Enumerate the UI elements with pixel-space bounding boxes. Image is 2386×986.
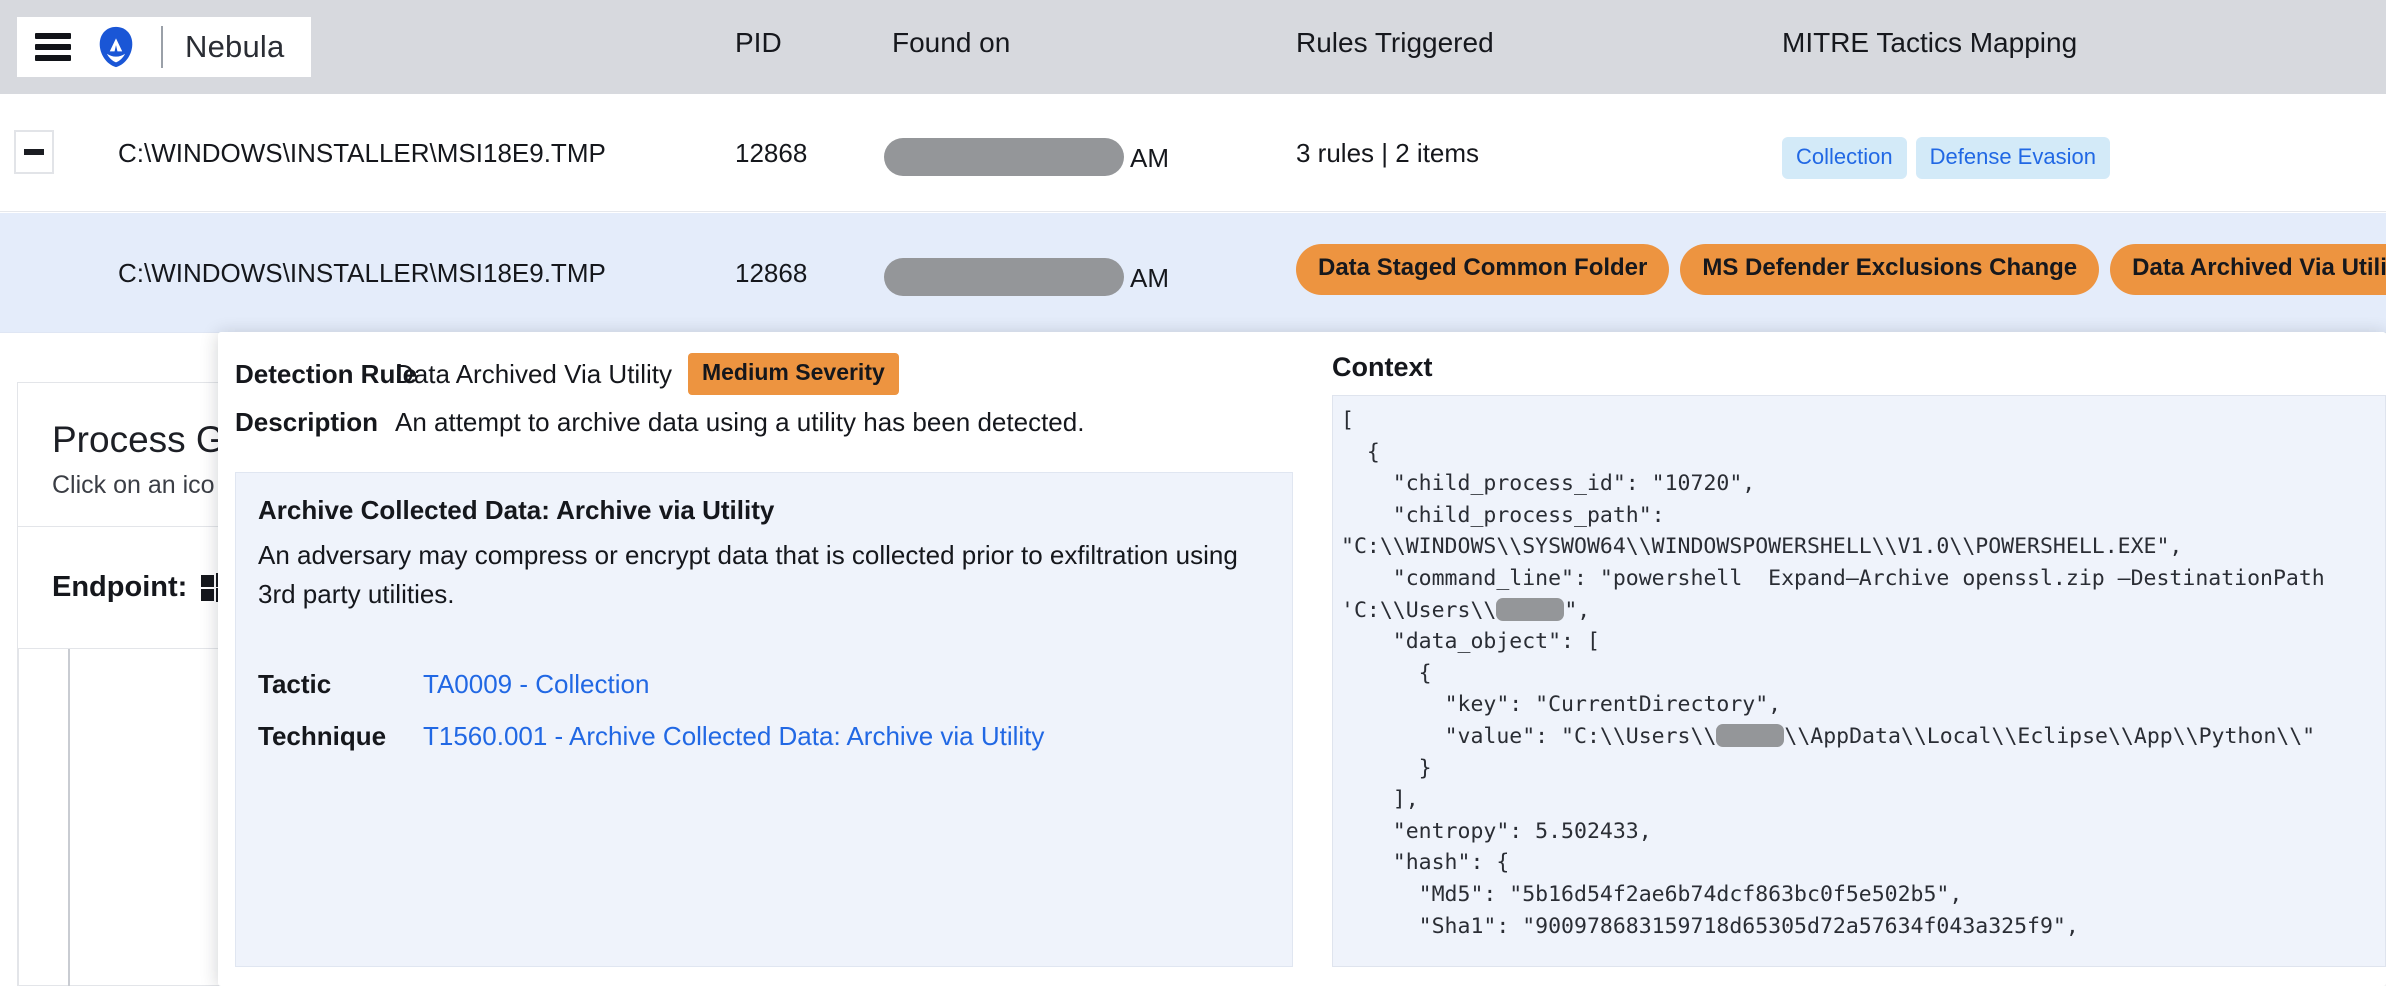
- description-label: Description: [235, 407, 379, 437]
- json-segment-1: [ { "child_process_id": "10720", "child_…: [1341, 408, 2325, 623]
- technique-body: An adversary may compress or encrypt dat…: [258, 540, 1238, 609]
- table-row[interactable]: C:\WINDOWS\INSTALLER\MSI18E9.TMP 12868 A…: [0, 213, 2386, 333]
- row-found-on: AM: [884, 258, 1169, 296]
- technique-label: Technique: [258, 721, 387, 751]
- technique-link[interactable]: T1560.001 - Archive Collected Data: Arch…: [423, 721, 1044, 752]
- panel-inner-border: [18, 649, 19, 986]
- app-root: Nebula PID Found on Rules Triggered MITR…: [0, 0, 2386, 986]
- row-process-path: C:\WINDOWS\INSTALLER\MSI18E9.TMP: [118, 138, 606, 168]
- redaction-block: [884, 138, 1124, 176]
- description-row: Description An attempt to archive data u…: [235, 407, 1084, 438]
- detail-right-pane: Context [ { "child_process_id": "10720",…: [1316, 332, 2386, 986]
- brand-container: Nebula: [17, 17, 311, 77]
- row-rule-pills: Data Staged Common Folder MS Defender Ex…: [1296, 244, 2386, 295]
- tactic-link[interactable]: TA0009 - Collection: [423, 669, 649, 700]
- context-json-box[interactable]: [ { "child_process_id": "10720", "child_…: [1332, 395, 2386, 967]
- row-found-on-suffix: AM: [1130, 143, 1169, 173]
- tactic-row: Tactic TA0009 - Collection: [258, 669, 649, 700]
- table-row[interactable]: C:\WINDOWS\INSTALLER\MSI18E9.TMP 12868 A…: [0, 94, 2386, 212]
- process-graph-title: Process G: [52, 419, 225, 460]
- hamburger-menu-icon[interactable]: [35, 33, 71, 61]
- row-rules-summary: 3 rules | 2 items: [1296, 138, 1480, 168]
- mitre-tag-defense-evasion[interactable]: Defense Evasion: [1915, 137, 2110, 179]
- technique-title: Archive Collected Data: Archive via Util…: [258, 495, 775, 525]
- rule-pill-data-archived-via-utility[interactable]: Data Archived Via Utility: [2110, 244, 2386, 295]
- row-pid: 12868: [735, 138, 808, 168]
- column-header-found-on: Found on: [892, 27, 1011, 58]
- column-header-mitre-tactics: MITRE Tactics Mapping: [1782, 27, 2078, 58]
- process-graph-subtitle: Click on an ico: [52, 471, 215, 499]
- column-header-pid: PID: [735, 27, 782, 58]
- technique-row: Technique T1560.001 - Archive Collected …: [258, 721, 1044, 752]
- detail-left-pane: Detection Rule Data Archived Via Utility…: [218, 332, 1316, 986]
- mitre-tag-collection[interactable]: Collection: [1782, 137, 1907, 179]
- graph-gutter-line: [68, 649, 70, 986]
- malwarebytes-logo-icon: [99, 26, 133, 68]
- row-pid: 12868: [735, 258, 808, 288]
- json-segment-3: \\AppData\\Local\\Eclipse\\App\\Python\\…: [1392, 723, 2316, 939]
- brand-divider: [161, 26, 163, 68]
- detection-detail-overlay: Detection Rule Data Archived Via Utility…: [218, 332, 2386, 986]
- rule-pill-ms-defender-exclusions-change[interactable]: MS Defender Exclusions Change: [1680, 244, 2100, 295]
- detection-rule-value: Data Archived Via Utility: [395, 358, 672, 389]
- brand-name: Nebula: [185, 29, 285, 64]
- context-json-content: [ { "child_process_id": "10720", "child_…: [1341, 405, 2385, 942]
- severity-badge: Medium Severity: [687, 353, 899, 395]
- detection-rule-row: Detection Rule Data Archived Via Utility…: [235, 353, 899, 395]
- column-header-rules-triggered: Rules Triggered: [1296, 27, 1494, 58]
- endpoint-label: Endpoint:: [52, 571, 188, 603]
- redaction-block: [1496, 597, 1565, 621]
- redaction-block: [1716, 723, 1785, 747]
- row-found-on-suffix: AM: [1130, 263, 1169, 293]
- tactic-label: Tactic: [258, 669, 332, 699]
- top-header-bar: Nebula PID Found on Rules Triggered MITR…: [0, 0, 2386, 94]
- description-value: An attempt to archive data using a utili…: [395, 407, 1085, 437]
- detection-rule-label: Detection Rule: [235, 358, 418, 389]
- row-mitre-tags: Collection Defense Evasion: [1782, 137, 2110, 179]
- context-title: Context: [1332, 352, 1433, 382]
- row-found-on: AM: [884, 138, 1169, 176]
- rule-pill-data-staged-common-folder[interactable]: Data Staged Common Folder: [1296, 244, 1670, 295]
- minus-icon: [24, 149, 44, 155]
- row-process-path: C:\WINDOWS\INSTALLER\MSI18E9.TMP: [118, 258, 606, 288]
- technique-info-box: Archive Collected Data: Archive via Util…: [235, 472, 1293, 967]
- row-collapse-button[interactable]: [14, 130, 54, 174]
- redaction-block: [884, 258, 1124, 296]
- endpoint-row: Endpoint:: [52, 571, 232, 604]
